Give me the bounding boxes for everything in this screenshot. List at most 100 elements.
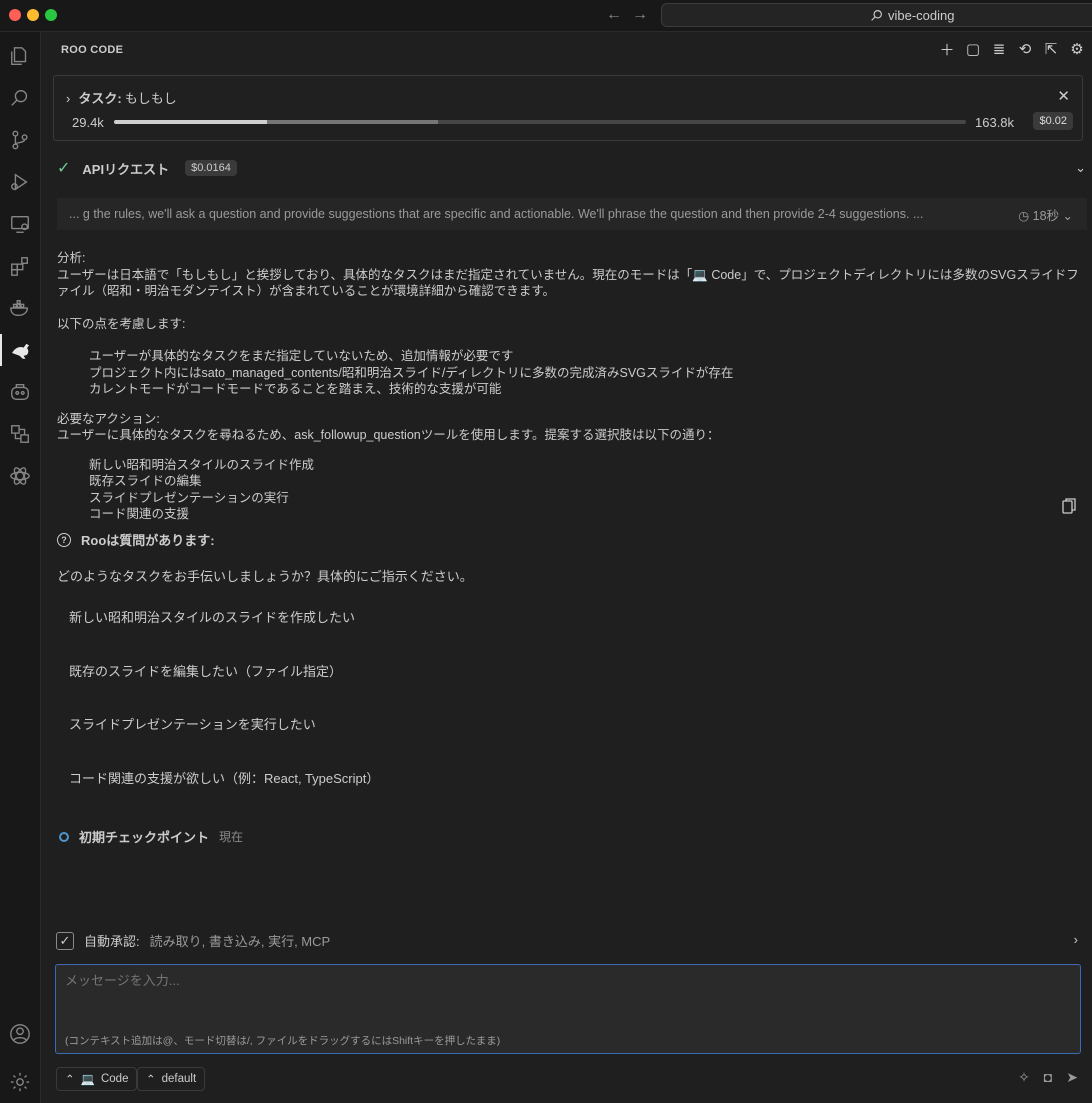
activity-bar — [0, 32, 41, 1103]
mcp-servers-icon[interactable]: ≣ — [990, 40, 1008, 58]
chevron-down-icon[interactable]: ⌄ — [1059, 209, 1073, 223]
question-text: どのようなタスクをお手伝いしましょうか？具体的にご指示ください。 — [57, 569, 473, 584]
profile-selector[interactable]: ⌃ default — [137, 1067, 206, 1091]
new-task-plus-icon[interactable]: ＋ — [938, 40, 956, 59]
reasoning-collapsed[interactable]: ... g the rules, we'll ask a question an… — [57, 198, 1087, 230]
profile-label: default — [161, 1073, 197, 1085]
auto-approve-value: 読み取り, 書き込み, 実行, MCP — [149, 934, 331, 949]
check-icon: ✓ — [57, 160, 71, 177]
title-bar: ← → vibe-coding — [0, 0, 1092, 32]
task-label: タスク: — [78, 91, 122, 106]
panel-toolbar: ＋ ▢ ≣ ⟲ ⇱ ⚙ — [938, 40, 1086, 59]
checkpoint-status: 現在 — [219, 830, 244, 844]
list-item: カレントモードがコードモードであることを踏まえ、技術的な支援が可能 — [89, 382, 502, 396]
chevron-up-icon: ⌃ — [65, 1074, 75, 1086]
reasoning-duration: 18秒 — [1032, 208, 1060, 223]
tokens-used: 29.4k — [72, 115, 104, 130]
manage-gear-icon[interactable] — [4, 1066, 36, 1098]
list-item: コード関連の支援 — [89, 507, 190, 521]
auto-approve-checkbox[interactable]: ✓ — [56, 931, 74, 950]
reasoning-time: ◷ 18秒 ⌄ — [1018, 205, 1073, 224]
mode-label: Code — [100, 1073, 129, 1085]
task-title: › タスク: もしもし — [66, 88, 177, 107]
laptop-icon: 💻 — [80, 1074, 95, 1086]
account-icon[interactable] — [4, 1018, 36, 1050]
mode-selector[interactable]: ⌃ 💻 Code — [56, 1067, 138, 1091]
auto-approve-row[interactable]: ✓ 自動承認: 読み取り, 書き込み, 実行, MCP — [56, 931, 330, 950]
remote-explorer-icon[interactable] — [4, 208, 36, 240]
chevron-down-icon[interactable]: ⌄ — [1075, 160, 1086, 176]
suggestion-button[interactable]: 既存のスライドを編集したい（ファイル指定） — [57, 647, 1087, 693]
list-item: ユーザーが具体的なタスクをまだ指定していないため、追加情報が必要です — [89, 349, 514, 363]
back-arrow-icon[interactable]: ← — [606, 6, 622, 24]
list-item: 新しい昭和明治スタイルのスライド作成 — [89, 457, 315, 472]
list-item: 既存スライドの編集 — [89, 474, 202, 488]
close-task-icon[interactable]: ✕ — [1057, 87, 1070, 105]
popout-icon[interactable]: ⇱ — [1042, 40, 1060, 58]
analysis-message: 分析: ユーザーは日本語で「もしもし」と挨拶しており、具体的なタスクはまだ指定さ… — [57, 250, 1082, 523]
search-text: vibe-coding — [888, 7, 955, 23]
analysis-intro: ユーザーは日本語で「もしもし」と挨拶しており、具体的なタスクはまだ指定されていま… — [57, 267, 1082, 300]
context-used-fill — [114, 120, 268, 124]
chevron-up-icon: ⌃ — [146, 1074, 156, 1086]
panel-title: ROO CODE — [61, 44, 124, 56]
clock-icon: ◷ — [1018, 208, 1033, 223]
search-icon — [871, 9, 882, 21]
checkpoint-row[interactable]: 初期チェックポイント 現在 — [59, 827, 243, 846]
message-input[interactable] — [65, 973, 965, 988]
api-request-label: APIリクエスト — [82, 161, 170, 177]
question-icon: ? — [57, 532, 71, 547]
explorer-icon[interactable] — [4, 40, 36, 72]
run-debug-icon[interactable] — [4, 166, 36, 198]
question-header: ? Rooは質問があります: — [57, 530, 215, 549]
task-cost-badge: $0.02 — [1033, 112, 1073, 130]
analysis-intro-a: ユーザーは日本語で「もしもし」と挨拶しており、具体的なタスクはまだ指定されていま… — [57, 267, 693, 282]
suggestion-button[interactable]: 新しい昭和明治スタイルのスライドを作成したい — [57, 593, 1087, 639]
copy-icon[interactable] — [1062, 498, 1076, 517]
context-window-size: 163.8k — [975, 115, 1015, 130]
prompts-icon[interactable]: ▢ — [964, 40, 982, 58]
auto-approve-label: 自動承認: — [84, 934, 140, 949]
docker-icon[interactable] — [4, 292, 36, 324]
chevron-right-icon[interactable]: › — [1074, 932, 1078, 947]
send-icon[interactable]: ➤ — [1066, 1069, 1078, 1086]
laptop-icon: 💻 — [692, 267, 708, 282]
suggestion-button[interactable]: スライドプレゼンテーションを実行したい — [57, 700, 1087, 746]
question-title: Rooは質問があります: — [81, 533, 215, 548]
close-window-button[interactable] — [9, 9, 21, 21]
forward-arrow-icon[interactable]: → — [632, 6, 648, 24]
suggestion-button[interactable]: コード関連の支援が欲しい（例：React, TypeScript） — [57, 754, 1087, 800]
action-text: ユーザーに具体的なタスクを尋ねるため、ask_followup_question… — [57, 428, 720, 442]
api-request-row[interactable]: ✓ APIリクエスト $0.0164 — [57, 158, 237, 178]
context-window-bar — [114, 120, 966, 124]
connections-icon[interactable] — [4, 418, 36, 450]
enhance-prompt-sparkle-icon[interactable]: ✧ — [1018, 1069, 1030, 1086]
reasoning-text: ... g the rules, we'll ask a question an… — [69, 207, 924, 221]
consider-heading: 以下の点を考慮します: — [57, 316, 186, 331]
command-center-search[interactable]: vibe-coding — [661, 3, 1092, 27]
roo-code-kangaroo-icon[interactable] — [0, 334, 40, 366]
action-heading: 必要なアクション: — [57, 411, 160, 426]
camera-icon[interactable]: ◘ — [1044, 1069, 1052, 1086]
minimize-window-button[interactable] — [27, 9, 39, 21]
task-header[interactable]: › タスク: もしもし ✕ 29.4k 163.8k $0.02 — [53, 75, 1083, 141]
search-icon[interactable] — [4, 82, 36, 114]
input-hint: (コンテキスト追加は@、モード切替は/, ファイルをドラッグするにはShiftキ… — [65, 1035, 501, 1047]
copilot-icon[interactable] — [4, 376, 36, 408]
list-item: スライドプレゼンテーションの実行 — [89, 490, 289, 505]
message-input-box[interactable]: (コンテキスト追加は@、モード切替は/, ファイルをドラッグするにはShiftキ… — [55, 964, 1081, 1054]
checkpoint-icon — [59, 831, 69, 842]
extensions-icon[interactable] — [4, 250, 36, 282]
checkpoint-label: 初期チェックポイント — [79, 830, 210, 845]
chevron-right-icon[interactable]: › — [66, 91, 70, 106]
history-icon[interactable]: ⟲ — [1016, 40, 1034, 58]
source-control-icon[interactable] — [4, 124, 36, 156]
settings-gear-icon[interactable]: ⚙ — [1068, 40, 1086, 58]
roo-code-panel: ROO CODE ＋ ▢ ≣ ⟲ ⇱ ⚙ › タスク: もしもし ✕ 29.4k 1… — [41, 32, 1092, 1103]
analysis-heading: 分析: — [57, 251, 86, 265]
input-actions: ✧ ◘ ➤ — [1018, 1069, 1078, 1086]
zoom-window-button[interactable] — [45, 9, 57, 21]
react-atom-icon[interactable] — [4, 460, 36, 492]
api-cost-badge: $0.0164 — [185, 160, 237, 176]
list-item: プロジェクト内にはsato_managed_contents/昭和明治スライド/… — [89, 365, 734, 380]
